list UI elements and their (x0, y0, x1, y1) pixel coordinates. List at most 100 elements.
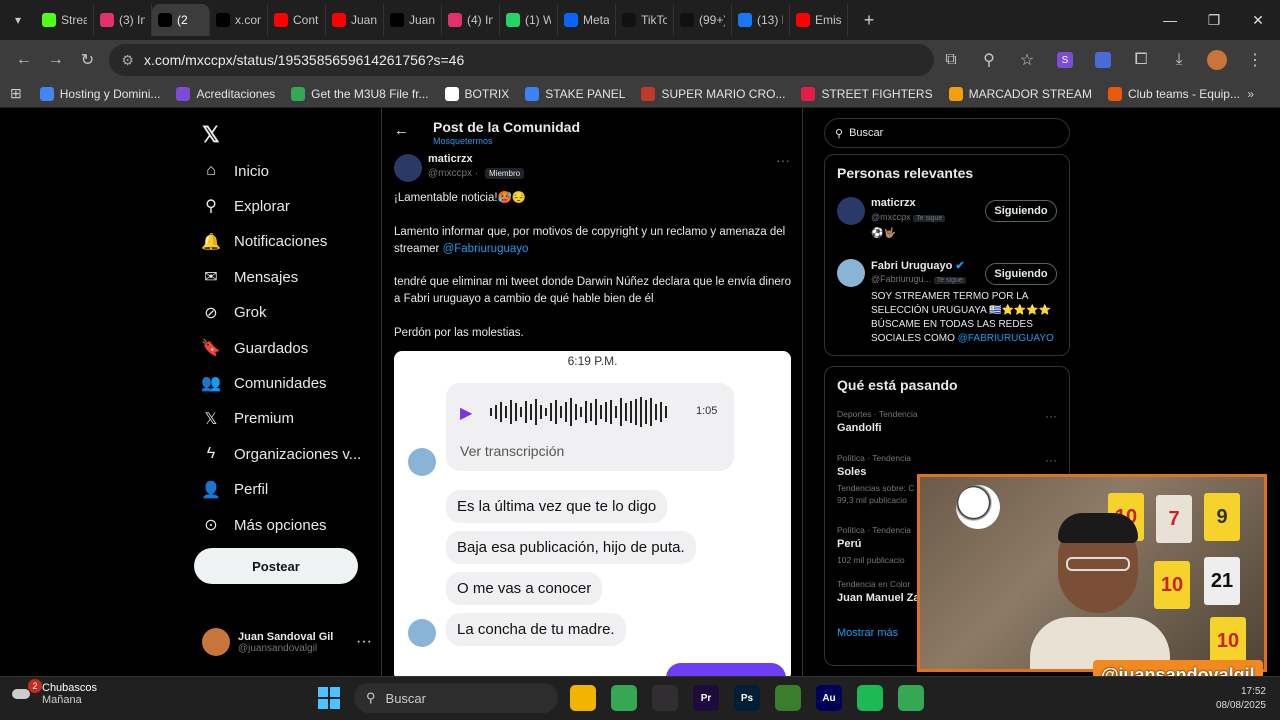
more-dots-icon[interactable]: ··· (1045, 453, 1057, 467)
photoshop-icon[interactable]: Ps (734, 685, 760, 711)
post-image[interactable]: 6:19 P.M. ▶ 1:05 Ver transcripción Es la… (394, 351, 791, 676)
author-name[interactable]: maticrzx (428, 153, 473, 165)
person-name[interactable]: maticrzx (871, 197, 916, 209)
nav-item[interactable]: 𝕏 Premium (202, 410, 294, 428)
extension-s-icon[interactable]: S (1048, 43, 1082, 77)
system-clock[interactable]: 17:52 08/08/2025 (1216, 685, 1266, 713)
account-switcher[interactable]: Juan Sandoval Gil @juansandovalgil ··· (202, 628, 372, 656)
community-link[interactable]: Mosquetermos (433, 136, 493, 146)
site-info-icon[interactable]: ⚙ (121, 52, 134, 69)
install-app-icon[interactable]: ⧉ (934, 43, 968, 77)
puzzle-icon[interactable]: ⧠ (1124, 43, 1158, 77)
trend-name[interactable]: Soles (837, 466, 866, 478)
waveform-bar (605, 402, 607, 422)
zoom-icon[interactable]: ⚲ (972, 43, 1006, 77)
download-icon[interactable]: ⤓ (1162, 43, 1196, 77)
obs-icon[interactable] (652, 685, 678, 711)
play-icon[interactable]: ▶ (460, 403, 472, 423)
windows-start-icon[interactable] (318, 687, 340, 709)
browser-tab[interactable]: (2 (152, 4, 210, 36)
premiere-icon[interactable]: Pr (693, 685, 719, 711)
bookmark-item[interactable]: BOTRIX (444, 86, 509, 101)
trend-name[interactable]: Juan Manuel Zap (837, 592, 926, 604)
nav-item[interactable]: ⊘ Grok (202, 304, 266, 322)
tab-search-dropdown[interactable]: ▾ (0, 0, 36, 40)
nav-item[interactable]: ✉ Mensajes (202, 268, 298, 287)
browser-tab[interactable]: (4) Ins (442, 4, 500, 36)
author-handle[interactable]: @mxccpx · (428, 168, 478, 179)
back-icon[interactable]: ← (8, 43, 40, 77)
nav-item[interactable]: ⌂ Inicio (202, 162, 269, 180)
bookmark-item[interactable]: SUPER MARIO CRO... (641, 86, 785, 101)
post-button[interactable]: Postear (194, 548, 358, 584)
forward-icon[interactable]: → (40, 43, 72, 77)
spotify-icon[interactable] (857, 685, 883, 711)
new-tab-button[interactable]: + (854, 5, 884, 35)
bookmark-item[interactable]: MARCADOR STREAM (948, 86, 1092, 101)
taskbar-search[interactable]: ⚲ Buscar (354, 683, 558, 713)
browser-tab[interactable]: Emisi (790, 4, 848, 36)
browser-tab[interactable]: Strea (36, 4, 94, 36)
weather-widget[interactable]: 2 Chubascos Mañana (12, 679, 97, 706)
following-button[interactable]: Siguiendo (985, 200, 1057, 222)
extension-icon[interactable] (1086, 43, 1120, 77)
browser-tab[interactable]: x.com (210, 4, 268, 36)
bookmark-item[interactable]: STREET FIGHTERS (801, 86, 933, 101)
mention-link[interactable]: @FABRIURUGUAYO (958, 333, 1054, 344)
bookmark-item[interactable]: Acreditaciones (176, 86, 275, 101)
browser-tab[interactable]: TikTok (616, 4, 674, 36)
avatar (408, 619, 436, 647)
nav-item[interactable]: 🔖 Guardados (201, 339, 308, 358)
nav-item[interactable]: 👥 Comunidades (201, 374, 327, 393)
browser-tab[interactable]: (13) F (732, 4, 790, 36)
menu-icon[interactable]: ⋮ (1238, 43, 1272, 77)
more-dots-icon[interactable]: ··· (1045, 409, 1057, 423)
browser-tab[interactable]: (99+) (674, 4, 732, 36)
close-icon[interactable]: ✕ (1236, 0, 1280, 40)
author-avatar[interactable] (394, 154, 422, 182)
nav-item[interactable]: 👤 Perfil (201, 481, 268, 499)
globe-icon[interactable] (775, 685, 801, 711)
bookmark-item[interactable]: STAKE PANEL (525, 86, 625, 101)
address-bar[interactable]: ⚙ x.com/mxccpx/status/195358565961426175… (109, 44, 934, 76)
file-explorer-icon[interactable] (570, 685, 596, 711)
trend-name[interactable]: Perú (837, 538, 861, 550)
waveform-bar (560, 406, 562, 418)
avatar[interactable] (837, 259, 865, 287)
show-more-link[interactable]: Mostrar más (837, 627, 898, 639)
browser-tab[interactable]: Juan S (326, 4, 384, 36)
search-input[interactable]: ⚲ Buscar (824, 118, 1070, 148)
person-name[interactable]: Fabri Uruguayo ✔ (871, 259, 965, 272)
following-button[interactable]: Siguiendo (985, 263, 1057, 285)
more-dots-icon[interactable]: ··· (356, 633, 372, 651)
reload-icon[interactable]: ↻ (72, 43, 104, 77)
chevron-right-icon[interactable]: » (1247, 87, 1254, 101)
more-dots-icon[interactable]: ··· (776, 152, 790, 168)
chrome-icon[interactable] (898, 685, 924, 711)
star-icon[interactable]: ☆ (1010, 43, 1044, 77)
nav-item[interactable]: ⚲ Explorar (202, 197, 290, 216)
back-arrow-icon[interactable]: ← (394, 122, 409, 139)
avatar[interactable] (1200, 43, 1234, 77)
browser-tab[interactable]: Juan S (384, 4, 442, 36)
bookmark-item[interactable]: Hosting y Domini... (39, 86, 160, 101)
browser-tab[interactable]: (1) W (500, 4, 558, 36)
audition-icon[interactable]: Au (816, 685, 842, 711)
avatar[interactable] (837, 197, 865, 225)
lightning-icon: ϟ (206, 445, 216, 463)
mention-link[interactable]: @Fabriuruguayo (443, 243, 529, 255)
bookmark-item[interactable]: Get the M3U8 File fr... (291, 86, 429, 101)
bookmark-item[interactable]: Club teams - Equip... (1107, 86, 1240, 101)
x-logo-icon[interactable]: 𝕏 (202, 122, 220, 148)
nav-item[interactable]: ⊙ Más opciones (202, 516, 326, 535)
restore-icon[interactable]: ❐ (1192, 0, 1236, 40)
trend-name[interactable]: Gandolfi (837, 422, 882, 434)
browser-tab[interactable]: Conte (268, 4, 326, 36)
browser-tab[interactable]: Meta (558, 4, 616, 36)
browser-tab[interactable]: (3) Ins (94, 4, 152, 36)
nav-item[interactable]: ϟ Organizaciones v... (202, 445, 362, 463)
chrome-icon[interactable] (611, 685, 637, 711)
apps-grid-icon[interactable]: ⊞ (10, 85, 22, 102)
nav-item[interactable]: 🔔 Notificaciones (201, 233, 327, 251)
minimize-icon[interactable]: — (1148, 0, 1192, 40)
